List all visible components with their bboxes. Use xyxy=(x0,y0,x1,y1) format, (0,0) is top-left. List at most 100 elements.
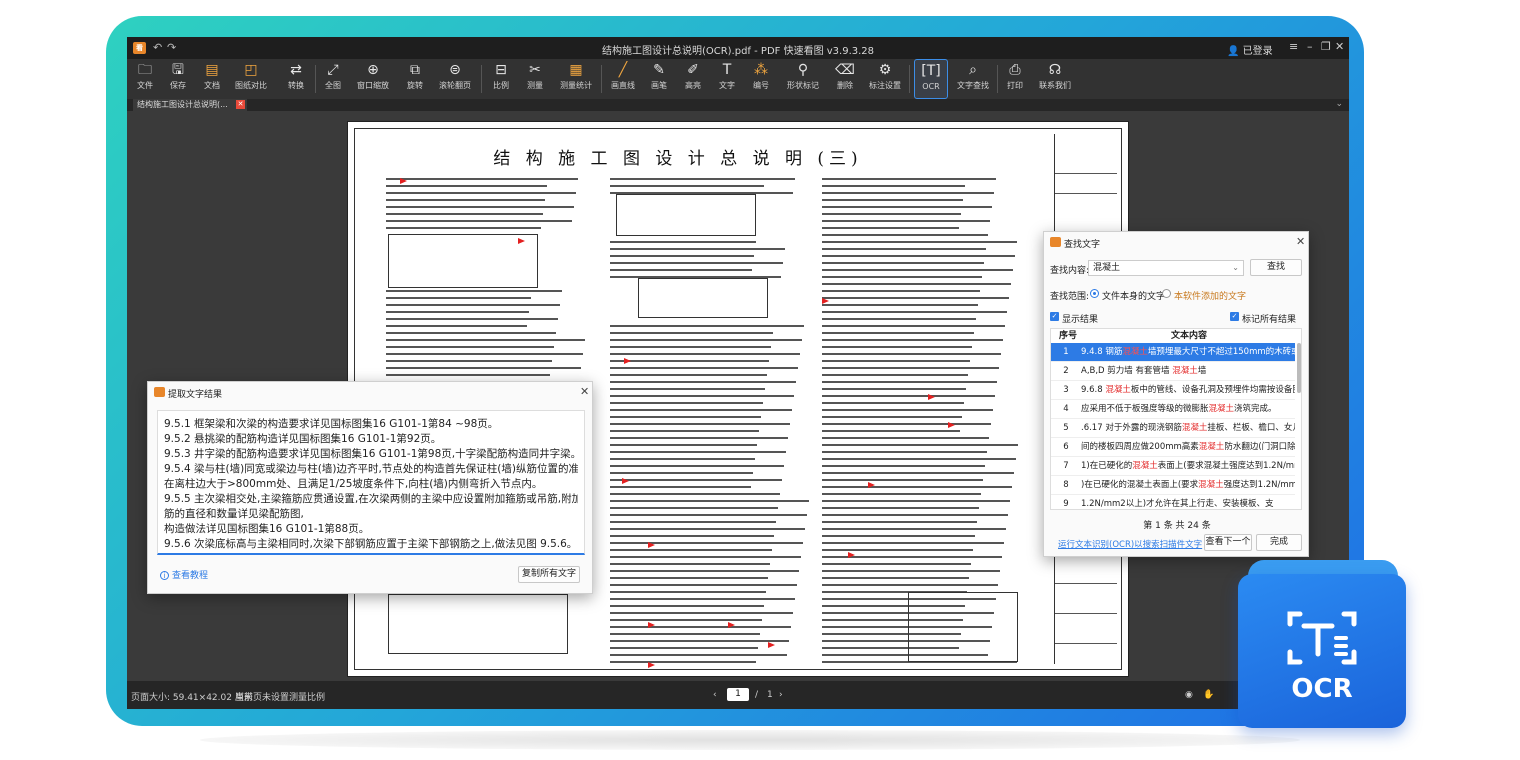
search-hit-marker[interactable] xyxy=(728,622,735,628)
search-hit-marker[interactable] xyxy=(948,422,955,428)
result-row[interactable]: 7 1)在已硬化的混凝土表面上(要求混凝土强度达到1.2N/mm2以上 xyxy=(1051,457,1295,476)
scrollbar[interactable] xyxy=(1297,343,1301,393)
show-results-checkbox[interactable]: ✓ xyxy=(1050,312,1059,321)
scale-status[interactable]: 当前页未设置测量比例 xyxy=(235,690,325,703)
result-row[interactable]: 4 应采用不低于板强度等级的微膨胀混凝土浇筑完成。 xyxy=(1051,400,1295,419)
search-hit-marker[interactable] xyxy=(400,178,407,184)
result-row[interactable]: 2 A,B,D 剪力墙 有套管墙 混凝土墙 xyxy=(1051,362,1295,381)
close-icon[interactable]: ✕ xyxy=(580,385,589,398)
tool-contact[interactable]: ☊ 联系我们 xyxy=(1037,59,1073,99)
hand-icon[interactable]: ✋ xyxy=(1203,690,1214,700)
tool-measure-stats[interactable]: ▦ 测量统计 xyxy=(557,59,595,99)
current-page-input[interactable]: 1 xyxy=(727,688,749,701)
close-tab-icon[interactable]: ✕ xyxy=(236,100,245,109)
mark-all-checkbox[interactable]: ✓ xyxy=(1230,312,1239,321)
tool-text[interactable]: T 文字 xyxy=(713,59,741,99)
drawing-text-line xyxy=(822,514,1008,516)
search-hit-marker[interactable] xyxy=(648,662,655,668)
tool-shape[interactable]: ⚲ 形状标记 xyxy=(783,59,823,99)
result-number: 8 xyxy=(1063,480,1069,490)
app-logo-icon xyxy=(154,387,165,397)
copy-all-button[interactable]: 复制所有文字 xyxy=(518,566,580,583)
drawing-text-line xyxy=(610,591,766,593)
text-icon: T xyxy=(722,62,732,78)
page-separator: / xyxy=(755,690,759,700)
drawing-text-line xyxy=(822,507,979,509)
tab-document[interactable]: 结构施工图设计总说明(... ✕ xyxy=(133,99,247,111)
tool-document[interactable]: ▤ 文档 xyxy=(199,59,225,99)
tool-rotate[interactable]: ⧉ 旋转 xyxy=(401,59,429,99)
tool-scroll[interactable]: ⊜ 滚轮翻页 xyxy=(437,59,473,99)
eye-icon[interactable]: ◉ xyxy=(1185,690,1193,700)
tool-scale[interactable]: ⊟ 比例 xyxy=(489,59,513,99)
result-match: 混凝土 xyxy=(1198,480,1224,490)
menu-icon[interactable]: ≡ xyxy=(1289,40,1298,53)
drawing-text-line xyxy=(822,318,976,320)
result-row[interactable]: 5 .6.17 对于外露的现浇钢筋混凝土挂板、栏板、檐口、女儿墙等 xyxy=(1051,419,1295,438)
search-hit-marker[interactable] xyxy=(648,622,655,628)
close-window-icon[interactable]: ✕ xyxy=(1335,40,1344,53)
done-button[interactable]: 完成 xyxy=(1256,534,1302,551)
drawing-text-line xyxy=(822,472,1014,474)
drawing-text-line xyxy=(822,458,1016,460)
drawing-text-line xyxy=(386,185,547,187)
tool-fit[interactable]: ⤢ 全图 xyxy=(321,59,345,99)
maximize-icon[interactable]: ❐ xyxy=(1321,40,1331,53)
ocr-badge: OCR xyxy=(1238,560,1410,730)
headset-icon: ☊ xyxy=(1048,62,1062,78)
document-icon: ▤ xyxy=(205,62,219,78)
ocr-icon xyxy=(1287,611,1357,665)
search-hit-marker[interactable] xyxy=(648,542,655,548)
result-row[interactable]: 9 1.2N/mm2以上)才允许在其上行走、安装模板、支 xyxy=(1051,495,1295,509)
tool-ocr[interactable]: [T] OCR xyxy=(914,59,948,99)
tool-line[interactable]: ╱ 画直线 xyxy=(607,59,639,99)
search-hit-marker[interactable] xyxy=(768,642,775,648)
result-row[interactable]: 1 9.4.8 钢筋混凝土墙预埋最大尺寸不超过150mm的木砖或预埋件 xyxy=(1051,343,1295,362)
drawing-text-line xyxy=(610,584,797,586)
tool-compare[interactable]: ◰ 图纸对比 xyxy=(233,59,269,99)
search-hit-marker[interactable] xyxy=(868,482,875,488)
close-icon[interactable]: ✕ xyxy=(1296,235,1305,248)
extracted-line: 9.5.6 次梁底标高与主梁相同时,次梁下部钢筋应置于主梁下部钢筋之上,做法见图… xyxy=(164,538,578,550)
find-button[interactable]: 查找 xyxy=(1250,259,1302,276)
tool-delete[interactable]: ⌫ 删除 xyxy=(831,59,859,99)
minimize-icon[interactable]: – xyxy=(1307,40,1313,53)
tool-measure[interactable]: ✂ 测量 xyxy=(523,59,547,99)
result-row[interactable]: 6 间的楼板四周应做200mm高素混凝土防水翻边(门洞口除外),宽 xyxy=(1051,438,1295,457)
drawing-text-line xyxy=(822,227,959,229)
result-row[interactable]: 8)在已硬化的混凝土表面上(要求混凝土强度达到1.2N/mm2以后 xyxy=(1051,476,1295,495)
tool-print[interactable]: ⎙ 打印 xyxy=(1003,59,1027,99)
tool-number[interactable]: ⁂ 编号 xyxy=(749,59,773,99)
search-hit-marker[interactable] xyxy=(822,298,829,304)
chevron-down-icon[interactable]: ⌄ xyxy=(1335,99,1343,109)
find-next-button[interactable]: 查看下一个 xyxy=(1204,534,1252,551)
next-page-icon[interactable]: › xyxy=(779,690,783,700)
tool-zoom-window[interactable]: ⊕ 窗口缩放 xyxy=(355,59,391,99)
tool-convert[interactable]: ⇄ 转换 xyxy=(283,59,309,99)
search-hit-marker[interactable] xyxy=(848,552,855,558)
help-tutorial-link[interactable]: i 查看教程 xyxy=(160,568,208,581)
tool-text-search[interactable]: ⌕ 文字查找 xyxy=(955,59,991,99)
ocr-search-link[interactable]: 运行文本识别(OCR)以搜索扫描件文字 xyxy=(1058,538,1202,550)
search-hit-marker[interactable] xyxy=(624,358,631,364)
result-row[interactable]: 3 9.6.8 混凝土板中的管线、设备孔洞及预埋件均需按设备图所示 xyxy=(1051,381,1295,400)
prev-page-icon[interactable]: ‹ xyxy=(713,690,717,700)
tool-file[interactable]: 🗀 文件 xyxy=(133,59,157,99)
search-input[interactable]: 混凝土 ⌄ xyxy=(1088,260,1244,276)
tool-highlight[interactable]: ✐ 高亮 xyxy=(679,59,707,99)
search-hit-marker[interactable] xyxy=(622,478,629,484)
drawing-text-line xyxy=(610,605,764,607)
user-login-status[interactable]: 👤 已登录 xyxy=(1227,42,1273,57)
tool-annotation-settings[interactable]: ⚙ 标注设置 xyxy=(867,59,903,99)
badge-front-card: OCR xyxy=(1238,574,1406,728)
tool-pen[interactable]: ✎ 画笔 xyxy=(647,59,671,99)
tool-save[interactable]: 🖫 保存 xyxy=(165,59,191,99)
search-hit-marker[interactable] xyxy=(518,238,525,244)
range-added-radio[interactable] xyxy=(1162,289,1171,298)
search-hit-marker[interactable] xyxy=(928,394,935,400)
chevron-down-icon[interactable]: ⌄ xyxy=(1232,261,1239,275)
range-file-radio[interactable] xyxy=(1090,289,1099,298)
window-title: 结构施工图设计总说明(OCR).pdf - PDF 快速看图 v3.9.3.28 xyxy=(601,46,875,57)
result-text-after: 强度达到1.2N/mm2以后 xyxy=(1223,480,1295,490)
extracted-text-area[interactable]: 9.5.1 框架梁和次梁的构造要求详见国标图集16 G101-1第84 ~98页… xyxy=(157,410,585,555)
